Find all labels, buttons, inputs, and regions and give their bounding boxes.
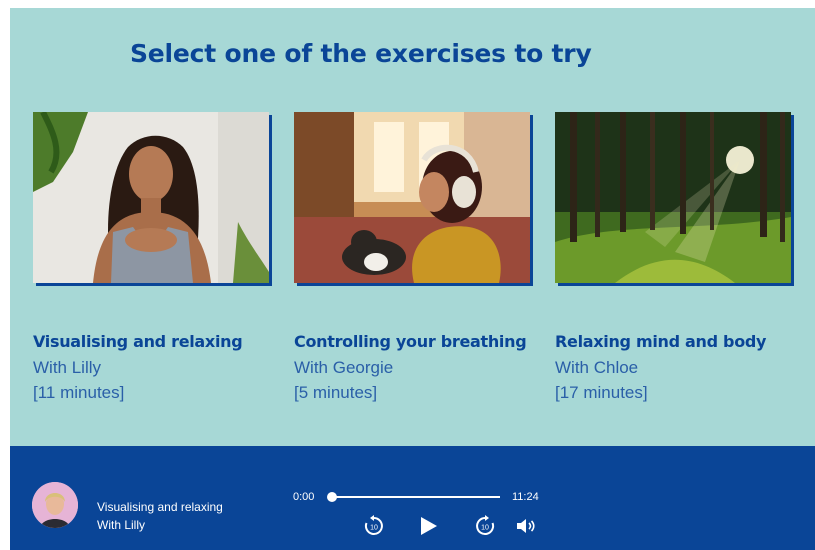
current-time: 0:00 [293,491,315,503]
forward-10-icon[interactable]: 10 [473,514,497,538]
progress-handle[interactable] [327,492,337,502]
exercise-title[interactable]: Controlling your breathing [294,332,527,351]
exercise-title[interactable]: Visualising and relaxing [33,332,243,351]
exercise-card-visualising[interactable]: Visualising and relaxing With Lilly [11 … [33,112,273,402]
rewind-10-icon[interactable]: 10 [362,514,386,538]
woman-meditating-photo[interactable] [33,112,269,283]
exercise-host: With Lilly [33,358,102,377]
exercise-card-mind-body[interactable]: Relaxing mind and body With Chloe [17 mi… [555,112,795,402]
exercise-duration: [11 minutes] [33,383,125,402]
exercise-duration: [5 minutes] [294,383,378,402]
exercise-panel: Select one of the exercises to try Visua… [10,8,815,550]
exercise-duration: [17 minutes] [555,383,648,402]
exercise-title[interactable]: Relaxing mind and body [555,332,766,351]
forest-sunlight-photo[interactable] [555,112,791,283]
avatar [32,482,78,528]
play-icon[interactable] [416,514,440,538]
exercise-host: With Chloe [555,358,639,377]
exercise-card-breathing[interactable]: Controlling your breathing With Georgie … [294,112,534,402]
svg-text:10: 10 [481,525,489,532]
page-title: Select one of the exercises to try [130,39,592,68]
svg-text:10: 10 [370,525,378,532]
volume-icon[interactable] [514,514,538,538]
now-playing-title: Visualising and relaxing [97,500,223,514]
total-time: 11:24 [512,491,539,503]
woman-headphones-cat-photo[interactable] [294,112,530,283]
now-playing-host: With Lilly [97,518,146,532]
exercise-host: With Georgie [294,358,394,377]
progress-slider[interactable] [327,492,500,502]
audio-player: Visualising and relaxing With Lilly 0:00… [10,446,815,550]
